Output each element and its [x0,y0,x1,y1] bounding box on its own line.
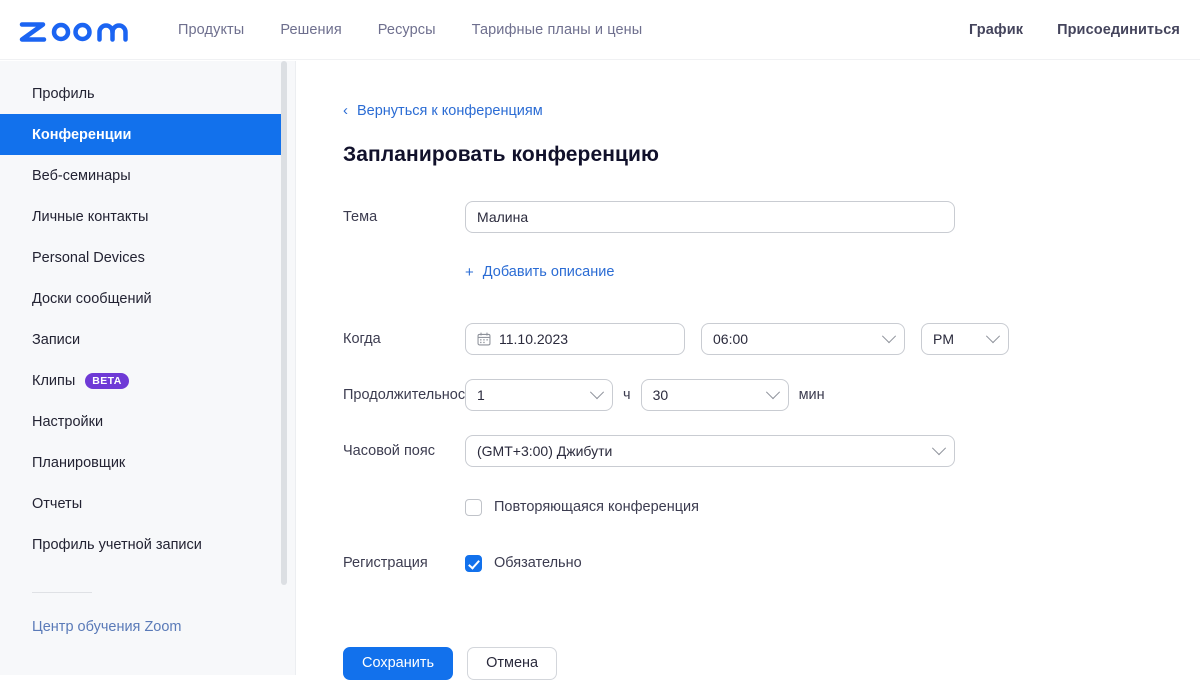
sidebar-item-scheduler[interactable]: Планировщик [0,442,295,483]
sidebar-item-label: Personal Devices [32,250,145,266]
recurring-meeting-checkbox-row[interactable]: Повторяющаяся конференция [465,499,699,516]
page-title: Запланировать конференцию [343,143,659,167]
sidebar-item-label: Клипы [32,373,75,389]
sidebar: Профиль Конференции Веб-семинары Личные … [0,61,296,675]
nav-link-products[interactable]: Продукты [178,22,244,38]
chevron-left-icon: ‹ [343,104,348,118]
sidebar-item-personal-contacts[interactable]: Личные контакты [0,196,295,237]
sidebar-divider [32,592,92,593]
secondary-nav-links: График Присоединиться [935,22,1180,38]
nav-link-pricing[interactable]: Тарифные планы и цены [472,22,643,38]
sidebar-item-label: Личные контакты [32,209,148,225]
sidebar-item-settings[interactable]: Настройки [0,401,295,442]
form-row-topic: Тема Малина [297,201,1200,233]
form-actions: Сохранить Отмена [297,635,1200,691]
duration-hours-unit: ч [623,387,631,403]
sidebar-learning-center-link[interactable]: Центр обучения Zoom [0,619,295,635]
form-row-duration: Продолжительность 1 ч 30 мин [297,367,1200,423]
sidebar-item-personal-devices[interactable]: Personal Devices [0,237,295,278]
chevron-down-icon [986,329,1000,343]
nav-link-join[interactable]: Присоединиться [1057,22,1180,38]
topic-input[interactable]: Малина [465,201,955,233]
meeting-date-value: 11.10.2023 [499,331,568,347]
form-row-timezone: Часовой пояс (GMT+3:00) Джибути [297,423,1200,479]
back-to-meetings-link[interactable]: ‹ Вернуться к конференциям [343,103,543,119]
chevron-down-icon [882,329,896,343]
registration-required-label: Обязательно [494,555,582,571]
schedule-meeting-form: Тема Малина + Добавить описание Когда [297,201,1200,691]
sidebar-item-clips[interactable]: Клипы BETA [0,360,295,401]
duration-minutes-unit: мин [799,387,825,403]
timezone-value: (GMT+3:00) Джибути [477,443,612,459]
sidebar-item-label: Планировщик [32,455,125,471]
main-content: ‹ Вернуться к конференциям Запланировать… [297,61,1200,675]
sidebar-item-label: Доски сообщений [32,291,152,307]
sidebar-item-label: Веб-семинары [32,168,131,184]
primary-nav-links: Продукты Решения Ресурсы Тарифные планы … [178,22,678,38]
nav-link-schedule[interactable]: График [969,22,1023,38]
duration-minutes-value: 30 [653,387,669,403]
meridiem-value: PM [933,331,954,347]
recurring-meeting-checkbox[interactable] [465,499,482,516]
timezone-select[interactable]: (GMT+3:00) Джибути [465,435,955,467]
registration-required-checkbox[interactable] [465,555,482,572]
sidebar-item-webinars[interactable]: Веб-семинары [0,155,295,196]
duration-label: Продолжительность [297,387,465,403]
chevron-down-icon [932,441,946,455]
calendar-icon [477,332,491,346]
duration-minutes-select[interactable]: 30 [641,379,789,411]
form-row-registration: Регистрация Обязательно [297,535,1200,591]
chevron-down-icon [765,385,779,399]
sidebar-item-whiteboards[interactable]: Доски сообщений [0,278,295,319]
sidebar-item-recordings[interactable]: Записи [0,319,295,360]
duration-hours-value: 1 [477,387,485,403]
sidebar-item-label: Профиль учетной записи [32,537,202,553]
meeting-time-select[interactable]: 06:00 [701,323,905,355]
registration-required-checkbox-row[interactable]: Обязательно [465,555,582,572]
plus-icon: + [465,264,474,281]
sidebar-item-label: Профиль [32,86,95,102]
form-row-recurring: Повторяющаяся конференция [297,479,1200,535]
add-description-link[interactable]: + Добавить описание [465,264,614,281]
when-label: Когда [297,331,465,347]
nav-link-solutions[interactable]: Решения [280,22,341,38]
timezone-label: Часовой пояс [297,443,465,459]
sidebar-item-meetings[interactable]: Конференции [0,114,291,155]
sidebar-item-profile[interactable]: Профиль [0,73,295,114]
sidebar-scrollbar-track[interactable] [285,61,291,675]
beta-badge: BETA [85,373,128,389]
sidebar-scrollbar-thumb[interactable] [281,61,287,585]
chevron-down-icon [590,385,604,399]
form-row-add-description: + Добавить описание [297,233,1200,311]
sidebar-item-reports[interactable]: Отчеты [0,483,295,524]
add-description-label: Добавить описание [483,264,615,280]
sidebar-item-account-profile[interactable]: Профиль учетной записи [0,524,295,565]
sidebar-item-label: Настройки [32,414,103,430]
form-row-when: Когда 11.10.2023 [297,311,1200,367]
back-link-label: Вернуться к конференциям [357,103,543,119]
topic-label: Тема [297,209,465,225]
sidebar-item-label: Отчеты [32,496,82,512]
duration-hours-select[interactable]: 1 [465,379,613,411]
top-navigation-bar: Продукты Решения Ресурсы Тарифные планы … [0,0,1200,60]
sidebar-item-label: Записи [32,332,80,348]
meeting-time-value: 06:00 [713,331,748,347]
sidebar-item-label: Конференции [32,127,131,143]
zoom-logo[interactable] [18,15,138,45]
recurring-meeting-label: Повторяющаяся конференция [494,499,699,515]
meridiem-select[interactable]: PM [921,323,1009,355]
registration-label: Регистрация [297,555,465,571]
nav-link-resources[interactable]: Ресурсы [378,22,436,38]
meeting-date-input[interactable]: 11.10.2023 [465,323,685,355]
